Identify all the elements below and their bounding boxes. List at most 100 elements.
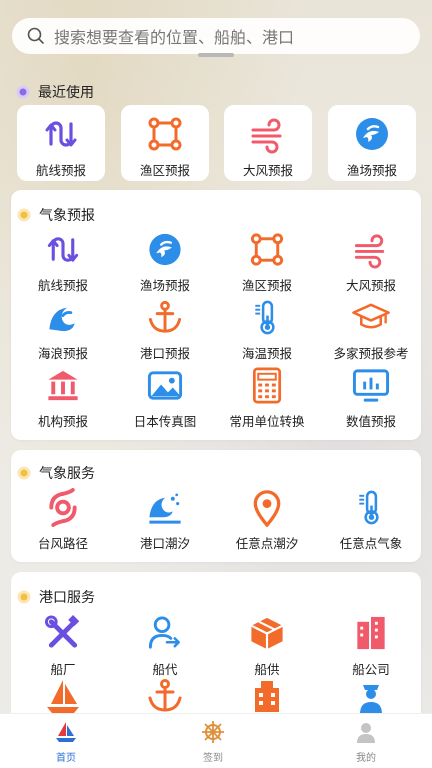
nav-item-2[interactable]: 我的 [326,720,406,766]
drag-handle[interactable] [198,53,234,57]
port-service-item[interactable] [217,676,317,713]
weather-forecast-item-label: 港口预报 [139,346,190,361]
fish-icon [149,233,181,266]
feature-sheet: 最近使用 航线预报 渔区预报 大风预报 渔场预报 气象预报 航线预报 渔场预报 渔区预报大… [0,68,432,713]
weather-forecast-item-label: 常用单位转换 [229,414,305,429]
weather-forecast-card: 气象预报 航线预报 渔场预报 渔区预报 大风预报海浪预报 港口预报 海温预报 多家预报参考机… [11,190,421,440]
nav-item-label: 签到 [203,753,223,764]
weather-forecast-item-label: 多家预报参考 [333,346,409,361]
tools-icon [44,615,80,648]
recent-item-label: 渔场预报 [346,163,397,178]
weather-service-item[interactable]: 港口潮汐 [115,488,215,552]
nav-item-label: 首页 [56,753,76,764]
bottom-nav: 首页 签到 我的 [0,713,432,768]
helm-wheel-icon [202,721,224,743]
weather-service-item-label: 任意点气象 [339,536,403,551]
weather-forecast-item[interactable]: 渔区预报 [217,230,317,294]
purple-dot-icon [16,85,30,99]
search-placeholder: 搜索想要查看的位置、船舶、港口 [54,28,295,47]
supply-box-icon [250,617,284,650]
weather-forecast-item[interactable]: 日本传真图 [115,366,215,430]
user-icon [357,723,375,743]
weather-forecast-item[interactable]: 海浪预报 [13,298,113,362]
thermometer-icon [359,490,379,525]
port-service-item[interactable] [13,676,113,713]
recent-item-label: 渔区预报 [139,163,190,178]
monitor-chart-icon [352,369,390,402]
weather-forecast-item[interactable]: 航线预报 [13,230,113,294]
wave-icon [49,307,75,332]
calculator-icon [252,367,282,404]
weather-forecast-item[interactable]: 海温预报 [217,298,317,362]
weather-forecast-item-label: 海浪预报 [37,346,88,361]
yellow-dot-icon [17,590,31,604]
yellow-dot-icon [17,466,31,480]
port-service-item[interactable]: 船公司 [321,614,421,678]
weather-forecast-item-label: 日本传真图 [133,414,197,429]
port-service-card: 港口服务 船厂 船代 船供 船公司 [11,572,421,713]
port-service-item[interactable]: 船厂 [13,614,113,678]
port-service-item[interactable] [115,676,215,713]
image-icon [147,371,183,400]
fish-icon [356,118,388,150]
tide-wave-icon [149,493,181,524]
weather-service-item-label: 任意点潮汐 [235,536,299,551]
weather-forecast-item[interactable]: 大风预报 [321,230,421,294]
weather-service-title-text: 气象服务 [39,466,95,482]
recent-item-label: 大风预报 [242,163,293,178]
weather-service-item-label: 台风路径 [37,536,88,551]
square-nodes-icon [250,233,284,266]
weather-forecast-item-label: 数值预报 [345,414,396,429]
nav-item-1[interactable]: 签到 [173,720,253,766]
weather-forecast-item[interactable]: 常用单位转换 [217,366,317,430]
weather-forecast-item-label: 大风预报 [345,278,396,293]
route-icon [45,121,77,147]
agent-icon [148,616,180,649]
anchor-icon [148,679,182,712]
weather-service-item-label: 港口潮汐 [139,536,190,551]
search-icon [27,27,44,44]
institution-icon [48,370,78,401]
nav-item-0[interactable]: 首页 [26,720,106,766]
wind-icon [251,118,282,154]
wind-icon [354,234,385,269]
weather-service-title: 气象服务 [17,463,95,483]
port-service-item[interactable]: 船代 [115,614,215,678]
recent-item[interactable]: 渔区预报 [121,105,209,181]
office-icon [255,681,279,712]
port-service-title-text: 港口服务 [39,590,95,606]
yellow-dot-icon [17,208,31,222]
weather-forecast-item[interactable]: 渔场预报 [115,230,215,294]
nav-item-label: 我的 [356,753,376,764]
search-bar[interactable]: 搜索想要查看的位置、船舶、港口 [12,18,420,54]
graduation-cap-icon [352,303,390,329]
weather-forecast-item-label: 渔场预报 [139,278,190,293]
weather-service-item[interactable]: 台风路径 [13,488,113,552]
port-service-item[interactable]: 船供 [217,614,317,678]
weather-forecast-title: 气象预报 [17,205,95,225]
sailboat-logo-icon [56,722,76,742]
weather-service-item[interactable]: 任意点潮汐 [217,488,317,552]
weather-forecast-item-label: 机构预报 [37,414,88,429]
weather-service-card: 气象服务 台风路径 港口潮汐 任意点潮汐 任意点气象 [11,450,421,562]
recent-title-text: 最近使用 [38,85,94,101]
weather-service-item[interactable]: 任意点气象 [321,488,421,552]
port-service-title: 港口服务 [17,587,95,607]
recent-item[interactable]: 航线预报 [17,105,105,181]
weather-forecast-item-label: 海温预报 [241,346,292,361]
officer-icon [360,685,382,713]
recent-section-title: 最近使用 [16,82,94,102]
typhoon-icon [49,488,77,527]
port-service-item[interactable] [321,676,421,713]
weather-forecast-item[interactable]: 多家预报参考 [321,298,421,362]
weather-forecast-item-label: 航线预报 [37,278,88,293]
weather-forecast-item[interactable]: 机构预报 [13,366,113,430]
recent-item-label: 航线预报 [35,163,86,178]
recent-item[interactable]: 渔场预报 [328,105,416,181]
square-nodes-icon [148,117,182,151]
weather-forecast-item[interactable]: 数值预报 [321,366,421,430]
recent-item[interactable]: 大风预报 [224,105,312,181]
anchor-icon [148,300,182,333]
sailboat-icon [47,680,79,713]
weather-forecast-item[interactable]: 港口预报 [115,298,215,362]
